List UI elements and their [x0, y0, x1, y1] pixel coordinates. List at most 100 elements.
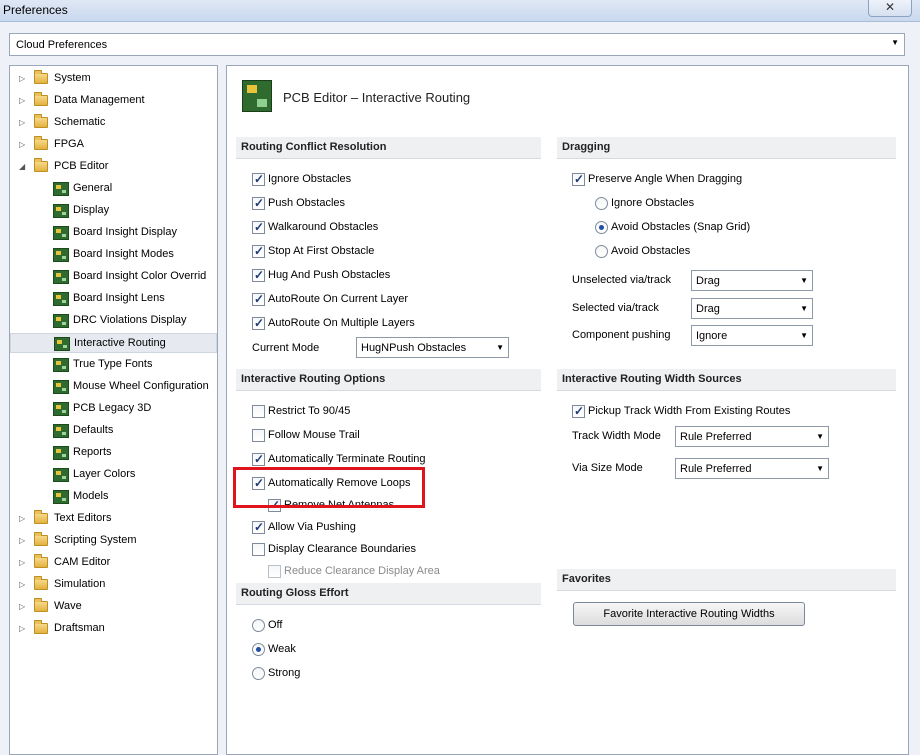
checkbox-box[interactable]: [572, 172, 585, 186]
checkbox-box[interactable]: [252, 316, 265, 330]
checkbox-box[interactable]: [252, 405, 265, 418]
expand-arrow-icon[interactable]: ▷: [19, 558, 27, 567]
tree-item-label: FPGA: [54, 138, 84, 150]
pcb-page-icon: [53, 446, 69, 460]
checkbox-box[interactable]: [252, 244, 265, 258]
component-pushing-dropdown[interactable]: Ignore ▼: [691, 325, 813, 346]
tree-item-label: Data Management: [54, 94, 145, 106]
pcb-page-icon: [53, 292, 69, 306]
tree-item-label: Reports: [73, 446, 112, 458]
section-header: Dragging: [562, 141, 611, 153]
checkbox-box[interactable]: [252, 268, 265, 282]
tree-item[interactable]: ▷ Schematic: [10, 113, 217, 133]
folder-icon: [34, 532, 48, 546]
checkbox-label: Display Clearance Boundaries: [268, 543, 416, 555]
section-routing-conflict-resolution: Routing Conflict Resolution: [236, 137, 541, 159]
tree-item[interactable]: Board Insight Lens: [10, 289, 217, 309]
tree-item[interactable]: Board Insight Display: [10, 223, 217, 243]
expand-arrow-icon[interactable]: ▷: [19, 536, 27, 545]
tree-item-label: Display: [73, 204, 110, 216]
chevron-down-icon: ▼: [496, 343, 504, 352]
radio-button[interactable]: [252, 667, 265, 680]
tree-item[interactable]: PCB Legacy 3D: [10, 399, 217, 419]
checkbox-box[interactable]: [252, 520, 265, 534]
section-header: Routing Gloss Effort: [241, 587, 349, 599]
expand-arrow-icon[interactable]: ▷: [19, 580, 27, 589]
folder-icon: [34, 114, 48, 128]
section-header: Routing Conflict Resolution: [241, 141, 387, 153]
tree-item[interactable]: ▷ Text Editors: [10, 509, 217, 529]
folder-icon: [34, 554, 48, 568]
tree-item[interactable]: General: [10, 179, 217, 199]
expand-arrow-icon[interactable]: ▷: [19, 602, 27, 611]
close-button[interactable]: ✕: [868, 0, 912, 17]
tree-item[interactable]: ▷ FPGA: [10, 135, 217, 155]
checkbox-label: Automatically Terminate Routing: [268, 453, 426, 465]
tree-item-label: Board Insight Display: [73, 226, 177, 238]
favorite-routing-widths-button[interactable]: Favorite Interactive Routing Widths: [573, 602, 805, 626]
via-size-mode-dropdown[interactable]: Rule Preferred ▼: [675, 458, 829, 479]
tree-item[interactable]: Reports: [10, 443, 217, 463]
selected-via-dropdown[interactable]: Drag ▼: [691, 298, 813, 319]
highlight-box: [233, 467, 425, 508]
tree-item[interactable]: ▷ Draftsman: [10, 619, 217, 639]
tree-item[interactable]: ▷ Wave: [10, 597, 217, 617]
tree-item[interactable]: ▷ CAM Editor: [10, 553, 217, 573]
expand-arrow-icon[interactable]: ▷: [19, 514, 27, 523]
expand-arrow-icon[interactable]: ▷: [19, 74, 27, 83]
expand-arrow-icon[interactable]: ▷: [19, 118, 27, 127]
radio-button[interactable]: [595, 221, 608, 234]
radio-button[interactable]: [595, 245, 608, 258]
unselected-via-dropdown[interactable]: Drag ▼: [691, 270, 813, 291]
pcb-page-icon: [54, 337, 70, 351]
expand-arrow-icon[interactable]: ▷: [19, 96, 27, 105]
checkbox-box[interactable]: [252, 172, 265, 186]
dropdown-value: Rule Preferred: [680, 431, 752, 443]
tree-item[interactable]: Layer Colors: [10, 465, 217, 485]
tree-item-label: System: [54, 72, 91, 84]
radio-button[interactable]: [252, 643, 265, 656]
close-icon: ✕: [884, 0, 896, 14]
pcb-page-icon: [53, 380, 69, 394]
tree-item[interactable]: ▷ Scripting System: [10, 531, 217, 551]
checkbox-box[interactable]: [572, 404, 585, 418]
folder-icon: [34, 510, 48, 524]
expand-arrow-icon[interactable]: ▷: [19, 624, 27, 633]
tree-item[interactable]: True Type Fonts: [10, 355, 217, 375]
radio-button[interactable]: [595, 197, 608, 210]
tree-item[interactable]: Display: [10, 201, 217, 221]
radio-button[interactable]: [252, 619, 265, 632]
checkbox-label: Reduce Clearance Display Area: [284, 565, 440, 577]
checkbox-box[interactable]: [252, 220, 265, 234]
title-bar: Preferences ✕: [0, 0, 920, 22]
pcb-page-icon: [53, 314, 69, 328]
checkbox-label: AutoRoute On Current Layer: [268, 293, 409, 305]
expand-arrow-icon[interactable]: ▷: [19, 140, 27, 149]
tree-item[interactable]: Board Insight Color Overrid: [10, 267, 217, 287]
checkbox-box[interactable]: [252, 292, 265, 306]
track-width-mode-dropdown[interactable]: Rule Preferred ▼: [675, 426, 829, 447]
tree-item[interactable]: Board Insight Modes: [10, 245, 217, 265]
tree-item[interactable]: Interactive Routing: [10, 333, 217, 353]
current-mode-dropdown[interactable]: HugNPush Obstacles ▼: [356, 337, 509, 358]
checkbox-label: Preserve Angle When Dragging: [588, 173, 743, 185]
checkbox-box[interactable]: [252, 196, 265, 210]
checkbox-box[interactable]: [252, 543, 265, 556]
tree-item-label: Mouse Wheel Configuration: [73, 380, 209, 392]
tree-item[interactable]: ▷ System: [10, 69, 217, 89]
tree-item[interactable]: Mouse Wheel Configuration: [10, 377, 217, 397]
tree-item[interactable]: ▷ Simulation: [10, 575, 217, 595]
pcb-page-icon: [53, 490, 69, 504]
tree-item-label: Simulation: [54, 578, 106, 590]
tree-item[interactable]: ▷ Data Management: [10, 91, 217, 111]
checkbox-box[interactable]: [252, 452, 265, 466]
tree-item[interactable]: Defaults: [10, 421, 217, 441]
tree-item[interactable]: DRC Violations Display: [10, 311, 217, 331]
cloud-preferences-dropdown[interactable]: Cloud Preferences ▼: [9, 33, 905, 56]
collapse-arrow-icon[interactable]: ◢: [19, 162, 27, 171]
tree-item-label: Schematic: [54, 116, 106, 128]
checkbox-box[interactable]: [252, 429, 265, 442]
folder-icon: [34, 598, 48, 612]
tree-item[interactable]: ◢ PCB Editor: [10, 157, 217, 177]
tree-item[interactable]: Models: [10, 487, 217, 507]
